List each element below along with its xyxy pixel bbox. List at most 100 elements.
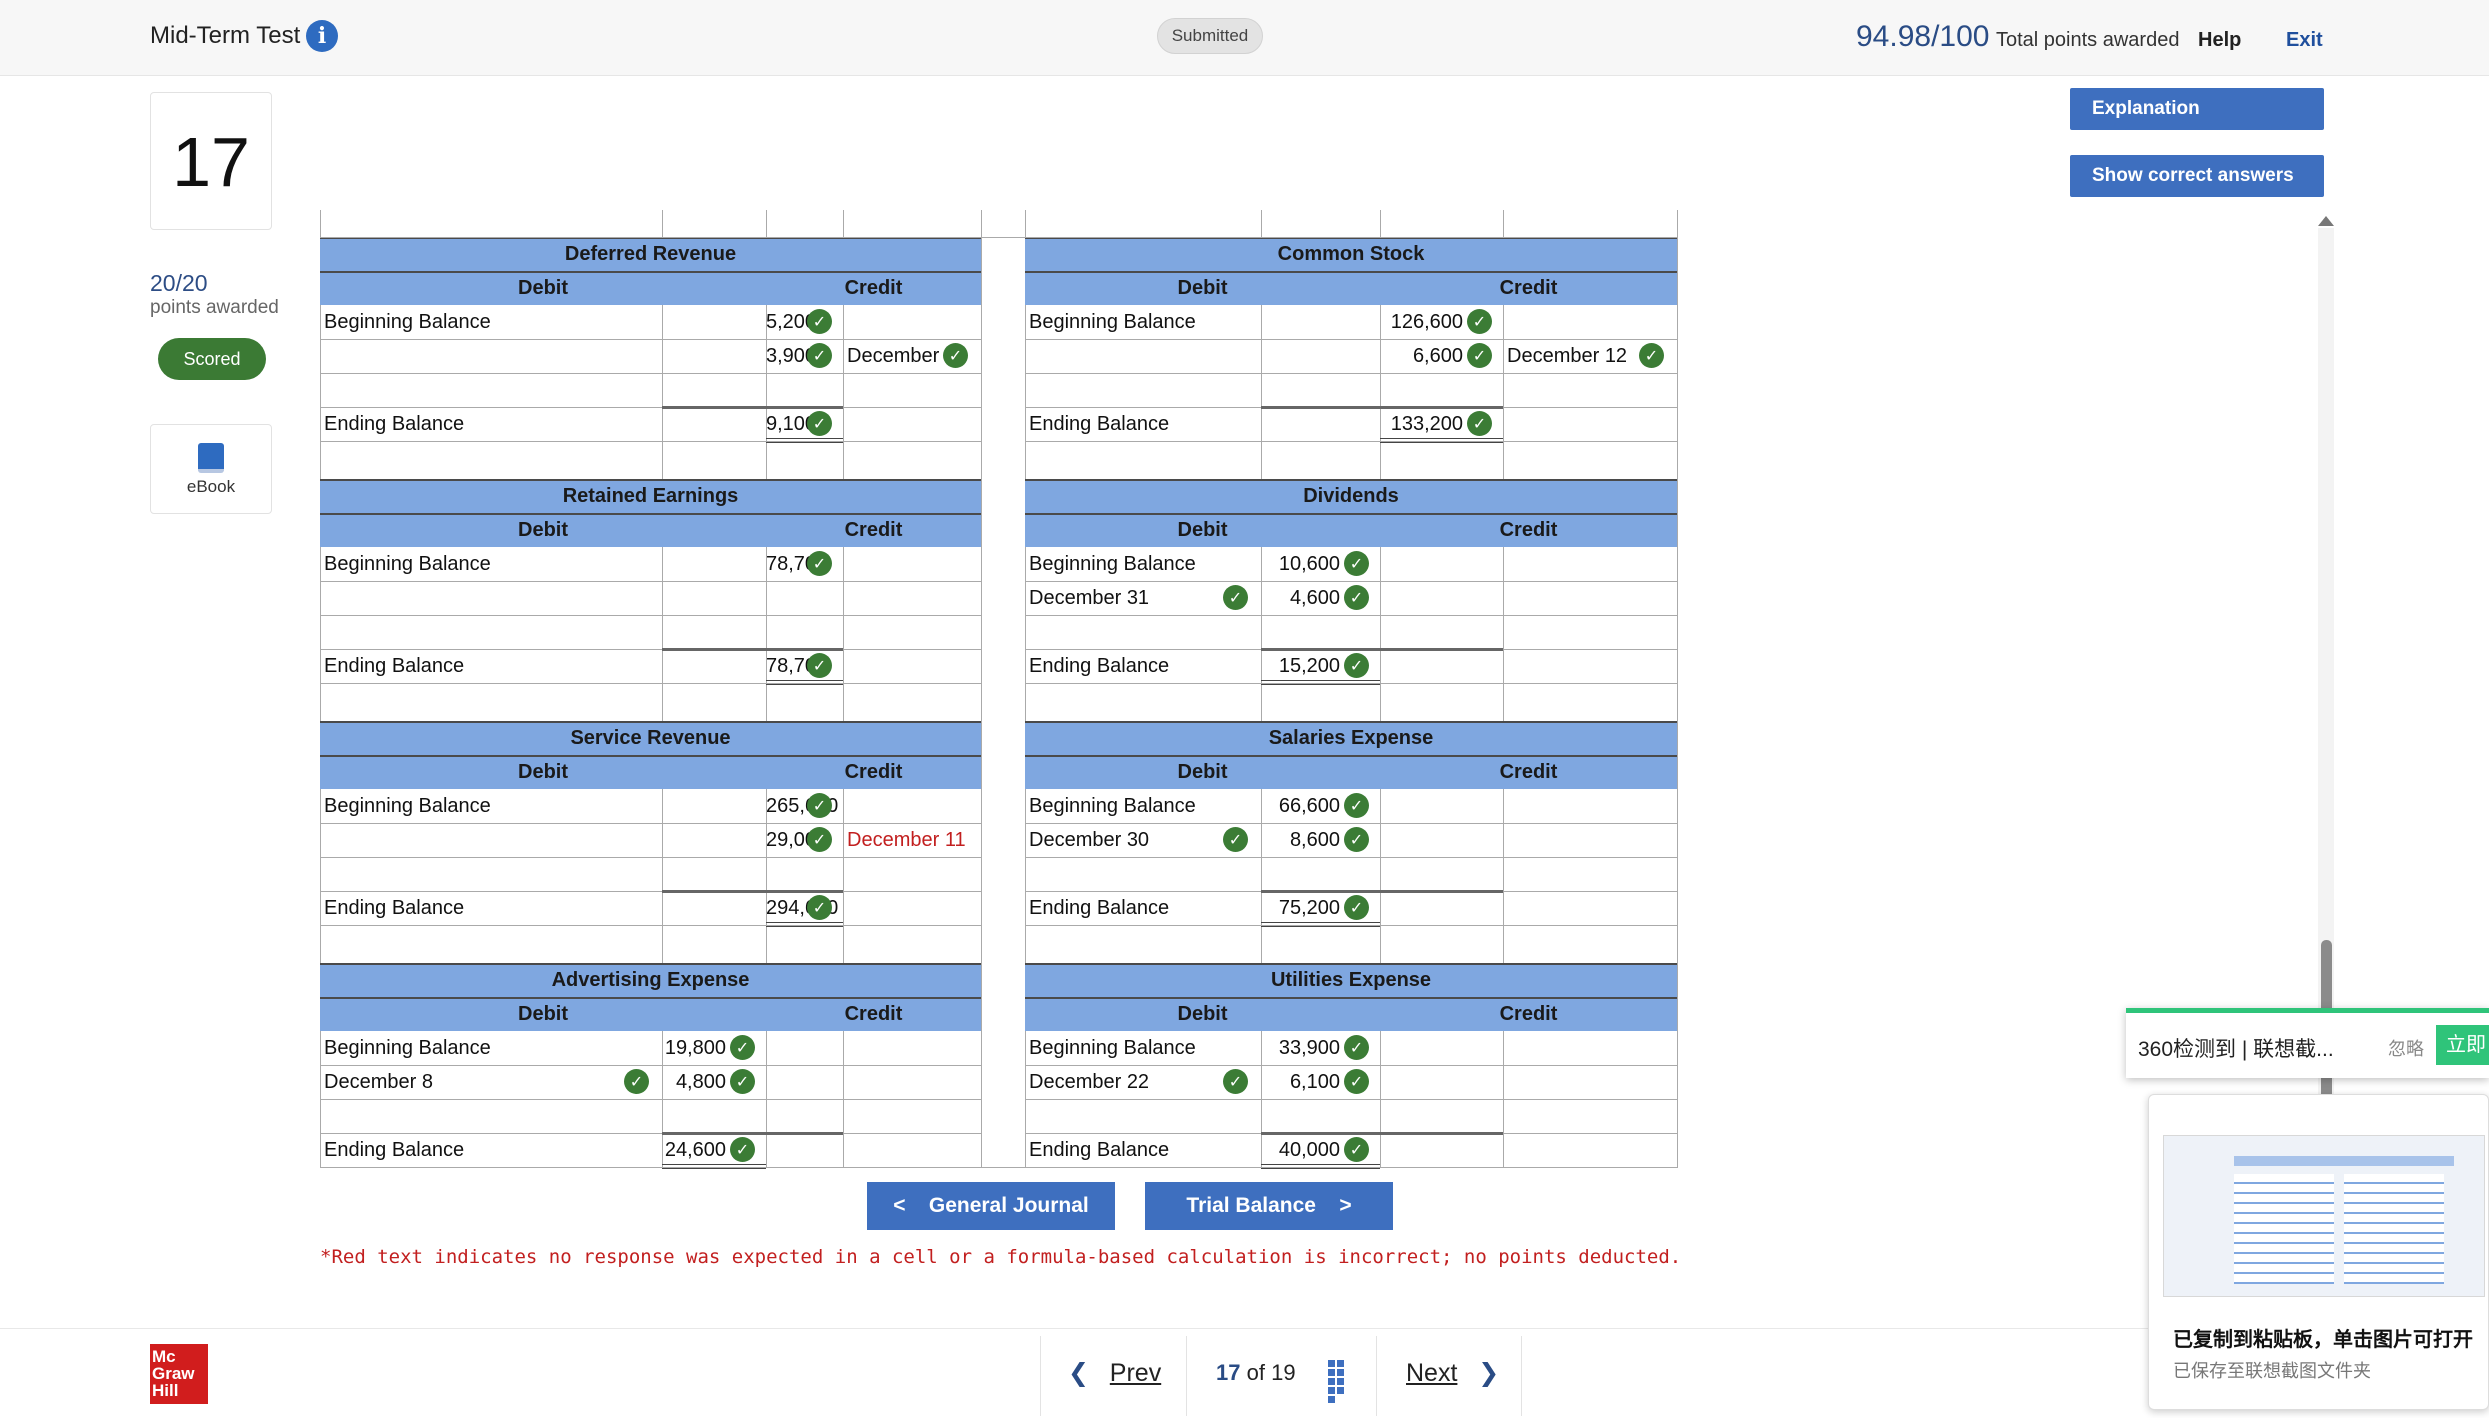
ignore-button[interactable]: 忽略 bbox=[2388, 1035, 2424, 1061]
account-label[interactable]: December 30 bbox=[1029, 829, 1149, 852]
account-label[interactable]: Ending Balance bbox=[1029, 413, 1169, 436]
account-label[interactable]: Ending Balance bbox=[1029, 1139, 1169, 1162]
account-label[interactable]: Ending Balance bbox=[1029, 897, 1169, 920]
debit-amount[interactable]: 15,200 bbox=[1261, 655, 1340, 678]
debit-header: Debit bbox=[320, 755, 766, 789]
pager-divider bbox=[1376, 1336, 1377, 1416]
row-line bbox=[320, 339, 981, 340]
debit-amount[interactable]: 66,600 bbox=[1261, 795, 1340, 818]
help-link[interactable]: Help bbox=[2198, 29, 2241, 52]
check-icon: ✓ bbox=[807, 793, 832, 818]
next-button[interactable]: Next ❯ bbox=[1406, 1358, 1499, 1388]
check-icon: ✓ bbox=[624, 1069, 649, 1094]
account-label[interactable]: Beginning Balance bbox=[1029, 795, 1196, 818]
debit-header: Debit bbox=[320, 271, 766, 305]
screenshot-toast[interactable]: 已复制到粘贴板，单击图片可打开 已保存至联想截图文件夹 bbox=[2148, 1094, 2489, 1410]
account-label[interactable]: Ending Balance bbox=[324, 897, 464, 920]
account-label[interactable]: Beginning Balance bbox=[324, 311, 491, 334]
credit-amount[interactable]: 265,600 bbox=[766, 795, 838, 818]
account-label[interactable]: Beginning Balance bbox=[324, 553, 491, 576]
debit-amount[interactable]: 24,600 bbox=[662, 1139, 726, 1162]
prev-button[interactable]: ❮ Prev bbox=[1068, 1358, 1161, 1388]
show-correct-answers-button[interactable]: Show correct answers bbox=[2070, 155, 2324, 197]
debit-amount[interactable]: 10,600 bbox=[1261, 553, 1340, 576]
debit-amount[interactable]: 4,600 bbox=[1261, 587, 1340, 610]
debit-amount[interactable]: 33,900 bbox=[1261, 1037, 1340, 1060]
debit-amount[interactable]: 8,600 bbox=[1261, 829, 1340, 852]
credit-amount[interactable]: 133,200 bbox=[1380, 413, 1463, 436]
account-label[interactable]: Ending Balance bbox=[324, 413, 464, 436]
info-icon[interactable]: i bbox=[306, 20, 338, 52]
double-underline bbox=[766, 680, 843, 685]
check-icon: ✓ bbox=[1344, 827, 1369, 852]
credit-header: Credit bbox=[1380, 755, 1677, 789]
debit-amount[interactable]: 4,800 bbox=[662, 1071, 726, 1094]
check-icon: ✓ bbox=[807, 551, 832, 576]
check-icon: ✓ bbox=[730, 1137, 755, 1162]
account-title: Deferred Revenue bbox=[320, 237, 981, 271]
chevron-left-icon: < bbox=[893, 1194, 906, 1217]
account-label[interactable]: December 31 bbox=[1029, 587, 1149, 610]
credit-amount[interactable]: 78,700 bbox=[766, 655, 827, 678]
general-journal-button[interactable]: < General Journal bbox=[867, 1182, 1115, 1230]
check-icon: ✓ bbox=[1467, 309, 1492, 334]
account-label[interactable]: Ending Balance bbox=[324, 655, 464, 678]
grid-line bbox=[981, 210, 982, 1168]
logo-text: Mc Graw Hill bbox=[152, 1347, 195, 1400]
open-now-button[interactable]: 立即 bbox=[2436, 1025, 2489, 1065]
credit-amount[interactable]: 5,200 bbox=[766, 311, 816, 334]
screenshot-detect-popup: 360检测到 | 联想截... 忽略 立即 bbox=[2126, 1008, 2489, 1078]
scroll-up-icon[interactable] bbox=[2318, 216, 2334, 226]
account-label[interactable]: Ending Balance bbox=[1029, 655, 1169, 678]
debit-header: Debit bbox=[1025, 997, 1380, 1031]
screenshot-thumbnail[interactable] bbox=[2163, 1135, 2485, 1297]
check-icon: ✓ bbox=[1344, 793, 1369, 818]
account-label[interactable]: December 22 bbox=[1029, 1071, 1149, 1094]
exit-link[interactable]: Exit bbox=[2286, 29, 2323, 52]
debit-amount[interactable]: 19,800 bbox=[662, 1037, 726, 1060]
total-underline bbox=[1261, 1132, 1380, 1135]
total-underline bbox=[662, 890, 766, 893]
debit-amount[interactable]: 40,000 bbox=[1261, 1139, 1340, 1162]
copied-text: 已复制到粘贴板，单击图片可打开 bbox=[2173, 1329, 2473, 1351]
row-line bbox=[320, 823, 981, 824]
trial-balance-button[interactable]: Trial Balance > bbox=[1145, 1182, 1393, 1230]
account-label[interactable]: Beginning Balance bbox=[324, 1037, 491, 1060]
total-underline bbox=[766, 648, 843, 651]
ebook-button[interactable]: eBook bbox=[150, 424, 272, 514]
check-icon: ✓ bbox=[1223, 827, 1248, 852]
credit-label[interactable]: December 12 bbox=[1507, 345, 1627, 368]
credit-amount[interactable]: 294,600 bbox=[766, 897, 838, 920]
total-underline bbox=[766, 890, 843, 893]
check-icon: ✓ bbox=[1344, 1137, 1369, 1162]
credit-header: Credit bbox=[1380, 513, 1677, 547]
check-icon: ✓ bbox=[943, 343, 968, 368]
credit-amount[interactable]: 3,900 bbox=[766, 345, 816, 368]
credit-amount[interactable]: 126,600 bbox=[1380, 311, 1463, 334]
credit-header: Credit bbox=[1380, 271, 1677, 305]
credit-label[interactable]: December 11 bbox=[847, 829, 966, 852]
row-line bbox=[320, 683, 981, 684]
credit-amount[interactable]: 29,000 bbox=[766, 829, 827, 852]
account-label[interactable]: Beginning Balance bbox=[1029, 553, 1196, 576]
double-underline bbox=[1380, 438, 1503, 443]
check-icon: ✓ bbox=[807, 411, 832, 436]
scored-badge: Scored bbox=[158, 338, 266, 380]
total-underline bbox=[662, 1132, 766, 1135]
grid-icon[interactable] bbox=[1328, 1360, 1354, 1403]
explanation-button[interactable]: Explanation bbox=[2070, 88, 2324, 130]
debit-amount[interactable]: 6,100 bbox=[1261, 1071, 1340, 1094]
credit-amount[interactable]: 6,600 bbox=[1380, 345, 1463, 368]
credit-header: Credit bbox=[1380, 997, 1677, 1031]
debit-amount[interactable]: 75,200 bbox=[1261, 897, 1340, 920]
account-label[interactable]: Ending Balance bbox=[324, 1139, 464, 1162]
credit-amount[interactable]: 78,700 bbox=[766, 553, 827, 576]
account-label[interactable]: Beginning Balance bbox=[1029, 1037, 1196, 1060]
test-title: Mid-Term Test bbox=[150, 22, 301, 49]
account-label[interactable]: Beginning Balance bbox=[1029, 311, 1196, 334]
question-number: 17 bbox=[150, 92, 272, 230]
account-label[interactable]: December 8 bbox=[324, 1071, 433, 1094]
total-underline bbox=[662, 406, 766, 409]
credit-amount[interactable]: 9,100 bbox=[766, 413, 816, 436]
account-label[interactable]: Beginning Balance bbox=[324, 795, 491, 818]
